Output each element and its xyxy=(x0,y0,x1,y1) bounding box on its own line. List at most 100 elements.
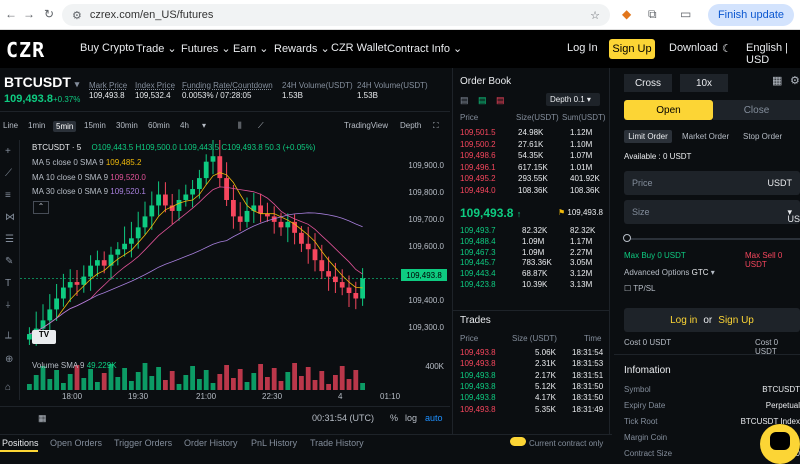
depth-tab[interactable]: Depth xyxy=(400,121,421,130)
tab-positions[interactable]: Positions xyxy=(2,438,39,448)
bid-row[interactable]: 109,445.7783.36K3.05M xyxy=(460,258,602,269)
leverage-button[interactable]: 10x xyxy=(680,74,728,92)
login-link[interactable]: Log In xyxy=(567,42,598,54)
fib-icon[interactable]: ☰ xyxy=(5,234,14,245)
ask-row[interactable]: 109,495.2293.55K401.92K xyxy=(460,174,602,185)
size-slider-track[interactable] xyxy=(624,238,800,240)
tab-trade-history[interactable]: Trade History xyxy=(310,438,364,448)
download-link[interactable]: Download xyxy=(669,42,718,54)
back-icon[interactable]: ← xyxy=(2,7,20,21)
margin-mode-button[interactable]: Cross xyxy=(624,74,672,92)
chat-support-button[interactable] xyxy=(760,424,800,464)
current-only-toggle[interactable] xyxy=(510,437,526,446)
ask-row-cell: 109,495.2 xyxy=(460,174,496,183)
auto-toggle[interactable]: auto xyxy=(425,413,443,423)
nav-contract-info[interactable]: Contract Info ⌄ xyxy=(387,42,462,55)
size-unit-select[interactable]: USDT ▾ xyxy=(787,207,792,218)
tab-pnl-history[interactable]: PnL History xyxy=(251,438,297,448)
close-tab[interactable]: Close xyxy=(713,100,800,120)
interval-30min[interactable]: 30min xyxy=(116,121,138,130)
form-signup-link[interactable]: Sign Up xyxy=(718,315,754,326)
candle-type-icon[interactable]: ⫼ xyxy=(238,121,242,131)
interval-15min[interactable]: 15min xyxy=(84,121,106,130)
interval-more-icon[interactable]: ▾ xyxy=(202,121,206,130)
bid-row[interactable]: 109,488.41.09M1.17M xyxy=(460,237,602,248)
stop-order-tab[interactable]: Stop Order xyxy=(743,132,782,141)
ruler-icon[interactable]: ⟂ xyxy=(5,330,12,341)
ob-view-asks-icon[interactable]: ▤ xyxy=(496,95,505,106)
ob-view-both-icon[interactable]: ▤ xyxy=(460,95,469,106)
nav-rewards[interactable]: Rewards ⌄ xyxy=(274,42,330,55)
open-tab[interactable]: Open xyxy=(624,100,713,120)
bid-row[interactable]: 109,467.31.09M2.27M xyxy=(460,248,602,259)
symbol-selector[interactable]: BTCUSDT ▾ xyxy=(4,74,79,90)
bid-row[interactable]: 109,443.468.87K3.12M xyxy=(460,269,602,280)
finish-update-button[interactable]: Finish update xyxy=(708,4,794,26)
log-toggle[interactable]: log xyxy=(405,413,417,423)
address-bar[interactable]: ⚙ czrex.com/en_US/futures ☆ xyxy=(62,4,610,26)
percent-toggle[interactable]: % xyxy=(390,413,398,423)
date-range-icon[interactable]: ▦ xyxy=(38,413,47,424)
utc-time[interactable]: 00:31:54 (UTC) xyxy=(312,413,374,423)
interval-line[interactable]: Line xyxy=(3,121,18,130)
market-order-tab[interactable]: Market Order xyxy=(682,132,729,141)
collapse-legend-button[interactable]: ⌃ xyxy=(33,201,49,214)
size-input[interactable]: Size USDT ▾ xyxy=(624,200,800,224)
trade-cell: 18:31:50 xyxy=(572,382,603,391)
site-settings-icon[interactable]: ⚙ xyxy=(72,9,82,22)
tradingview-logo: TV xyxy=(32,330,56,344)
text-icon[interactable]: T xyxy=(5,278,11,289)
depth-select[interactable]: Depth 0.1 ▾ xyxy=(546,93,600,106)
settings-gear-icon[interactable]: ⚙ xyxy=(790,74,800,87)
ask-row[interactable]: 109,498.654.35K1.07M xyxy=(460,151,602,162)
size-slider-handle[interactable] xyxy=(623,234,631,242)
tab-order-history[interactable]: Order History xyxy=(184,438,238,448)
interval-4h[interactable]: 4h xyxy=(180,121,189,130)
tpsl-checkbox[interactable]: ☐ TP/SL xyxy=(624,284,655,293)
tab-trigger-orders[interactable]: Trigger Orders xyxy=(114,438,172,448)
bookmark-star-icon[interactable]: ☆ xyxy=(590,9,600,22)
ob-view-bids-icon[interactable]: ▤ xyxy=(478,95,487,106)
nav-buy-crypto[interactable]: Buy Crypto xyxy=(80,42,134,54)
advanced-options[interactable]: Advanced Options GTC ▾ xyxy=(624,268,715,277)
hline-icon[interactable]: ≡ xyxy=(5,190,11,201)
metamask-icon[interactable]: ◆ xyxy=(622,7,631,21)
trendline-icon[interactable]: ⟋ xyxy=(5,168,12,179)
bid-row[interactable]: 109,493.782.32K82.32K xyxy=(460,226,602,237)
ask-row[interactable]: 109,500.227.61K1.10M xyxy=(460,140,602,151)
signup-button[interactable]: Sign Up xyxy=(609,39,655,59)
logo[interactable]: CZR xyxy=(6,38,45,62)
theme-toggle-icon[interactable]: ☾ xyxy=(722,42,732,55)
ask-row[interactable]: 109,501.524.98K1.12M xyxy=(460,128,602,139)
extensions-icon[interactable]: ⧉ xyxy=(648,7,657,22)
language-selector[interactable]: English | USD xyxy=(746,42,800,66)
nav-trade[interactable]: Trade ⌄ xyxy=(136,42,177,55)
calculator-icon[interactable]: ▦ xyxy=(772,74,782,87)
interval-5min[interactable]: 5min xyxy=(53,121,76,132)
zoom-icon[interactable]: ⊕ xyxy=(5,354,13,365)
nav-futures[interactable]: Futures ⌄ xyxy=(181,42,231,55)
ask-row[interactable]: 109,494.0108.36K108.36K xyxy=(460,186,602,197)
nav-czr-wallet[interactable]: CZR Wallet xyxy=(331,42,387,54)
limit-order-tab[interactable]: Limit Order xyxy=(624,130,672,143)
bid-row[interactable]: 109,423.810.39K3.13M xyxy=(460,280,602,291)
lock-icon[interactable]: ⌂ xyxy=(5,382,11,393)
indicators-icon[interactable]: ⟋ xyxy=(258,121,264,131)
form-login-link[interactable]: Log in xyxy=(670,315,697,326)
cast-icon[interactable]: ▭ xyxy=(680,7,691,21)
price-input[interactable]: Price USDT xyxy=(624,171,800,195)
interval-60min[interactable]: 60min xyxy=(148,121,170,130)
interval-1min[interactable]: 1min xyxy=(28,121,45,130)
measure-icon[interactable]: ⍭ xyxy=(5,300,11,311)
forward-icon[interactable]: → xyxy=(20,7,38,21)
crosshair-icon[interactable]: + xyxy=(5,146,11,157)
tab-open-orders[interactable]: Open Orders xyxy=(50,438,102,448)
tradingview-tab[interactable]: TradingView xyxy=(344,121,388,130)
brush-icon[interactable]: ✎ xyxy=(5,256,13,267)
pattern-icon[interactable]: ⋈ xyxy=(5,212,15,223)
candle-body xyxy=(68,282,73,287)
ask-row[interactable]: 109,496.1617.15K1.01M xyxy=(460,163,602,174)
reload-icon[interactable]: ↻ xyxy=(40,7,58,21)
fullscreen-icon[interactable]: ⛶ xyxy=(433,121,439,131)
nav-earn[interactable]: Earn ⌄ xyxy=(233,42,269,55)
